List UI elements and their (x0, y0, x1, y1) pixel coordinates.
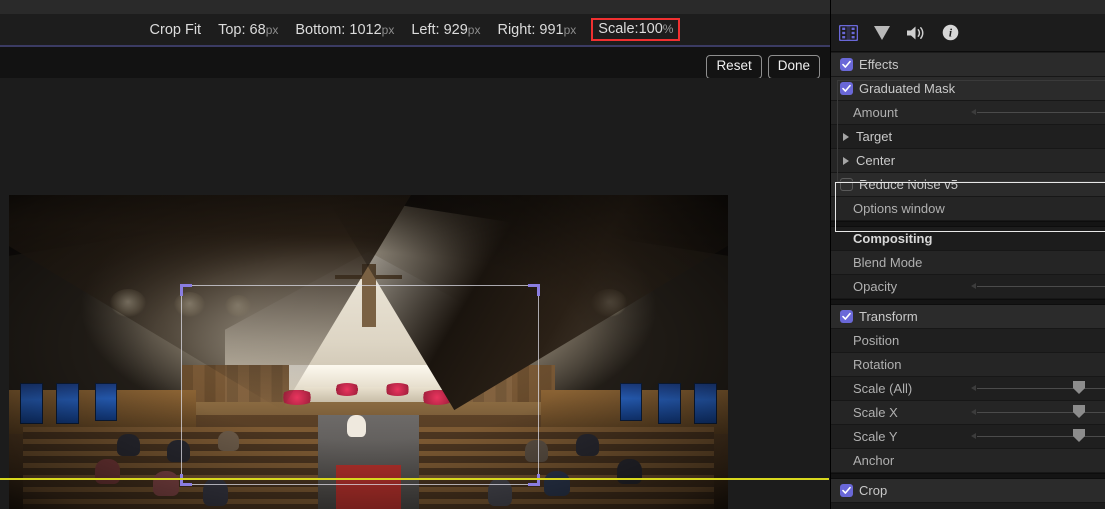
param-row-anchor[interactable]: Anchor (831, 449, 1105, 473)
param-row-rotation[interactable]: Rotation (831, 353, 1105, 377)
slider-cap-scale-x (971, 409, 976, 415)
inspector-toolbar: i (831, 14, 1105, 52)
reset-button[interactable]: Reset (706, 55, 762, 79)
slider-amount[interactable] (971, 109, 1105, 115)
viewer-pane: Crop Fit Top: 68px Bottom: 1012px Left: … (0, 0, 830, 509)
video-preview-image[interactable] (9, 195, 728, 509)
checkbox-reduce-noise-v5[interactable] (840, 178, 853, 191)
param-label-crop: Crop (859, 483, 888, 498)
crop-bottom-label: Bottom: (295, 21, 346, 38)
horizon-guide-line (0, 478, 829, 480)
inspector-parameter-list[interactable]: Effects Graduated Mask Amount Target Center R… (831, 53, 1105, 509)
film-strip-icon[interactable] (837, 22, 859, 44)
crop-scale-unit: % (662, 21, 674, 36)
slider-cap-scale-all (971, 385, 976, 391)
param-row-compositing[interactable]: Compositing (831, 227, 1105, 251)
app-window: Crop Fit Top: 68px Bottom: 1012px Left: … (0, 0, 1105, 509)
param-label-graduated-mask: Graduated Mask (859, 81, 956, 96)
param-label-rotation: Rotation (853, 357, 902, 372)
crop-right-unit: px (563, 22, 577, 37)
param-label-amount: Amount (853, 105, 898, 120)
filter-triangle-icon[interactable] (871, 22, 893, 44)
slider-cap-opacity (971, 283, 976, 289)
param-row-options-window[interactable]: Options window (831, 197, 1105, 221)
inspector-panel: i Effects Graduated Mask Amount Target Cente… (830, 0, 1105, 509)
param-row-amount[interactable]: Amount (831, 101, 1105, 125)
param-label-blend-mode: Blend Mode (853, 255, 923, 270)
crop-scale-value: 100 (638, 20, 663, 37)
param-label-scale-x: Scale X (853, 405, 898, 420)
viewer-canvas[interactable] (0, 78, 830, 509)
slider-cap-amount (971, 109, 976, 115)
param-label-target: Target (856, 129, 893, 144)
crop-right-field[interactable]: Right: 991px (497, 22, 576, 38)
crop-left-field[interactable]: Left: 929px (411, 22, 480, 38)
crop-scale-label: Scale: (598, 20, 639, 37)
slider-knob-scale-x[interactable] (1073, 405, 1085, 418)
param-label-reduce-noise-v5: Reduce Noise v5 (859, 177, 958, 192)
param-row-graduated-mask[interactable]: Graduated Mask (831, 77, 1105, 101)
crop-info-bar: Crop Fit Top: 68px Bottom: 1012px Left: … (0, 14, 830, 45)
param-label-effects: Effects (859, 57, 899, 72)
slider-opacity[interactable] (971, 283, 1105, 289)
checkbox-crop[interactable] (840, 484, 853, 497)
done-button[interactable]: Done (767, 55, 820, 79)
param-row-opacity[interactable]: Opacity (831, 275, 1105, 299)
crop-right-value: 991 (539, 21, 564, 38)
info-icon[interactable]: i (939, 22, 961, 44)
slider-scale-y[interactable] (971, 429, 1105, 442)
param-row-scale-all[interactable]: Scale (All) (831, 377, 1105, 401)
slider-scale-all[interactable] (971, 381, 1105, 394)
slider-knob-scale-all[interactable] (1073, 381, 1085, 394)
param-row-crop[interactable]: Crop (831, 479, 1105, 503)
param-row-target[interactable]: Target (831, 125, 1105, 149)
checkbox-effects[interactable] (840, 58, 853, 71)
param-row-center[interactable]: Center (831, 149, 1105, 173)
param-row-transform[interactable]: Transform (831, 305, 1105, 329)
crop-scale-field[interactable]: Scale:100% (591, 17, 681, 42)
crop-left-value: 929 (443, 21, 468, 38)
param-label-scale-all: Scale (All) (853, 381, 913, 396)
param-row-scale-x[interactable]: Scale X (831, 401, 1105, 425)
crop-right-label: Right: (497, 21, 536, 38)
param-label-scale-y: Scale Y (853, 429, 898, 444)
disclosure-triangle-icon-center[interactable] (843, 156, 849, 165)
slider-cap-scale-y (971, 433, 976, 439)
param-label-options-window: Options window (853, 201, 945, 216)
param-row-position[interactable]: Position (831, 329, 1105, 353)
inspector-top-strip (831, 0, 1105, 14)
param-label-anchor: Anchor (853, 453, 895, 468)
crop-bottom-unit: px (381, 22, 395, 37)
crop-top-value: 68 (249, 21, 266, 38)
param-label-center: Center (856, 153, 896, 168)
slider-knob-scale-y[interactable] (1073, 429, 1085, 442)
crop-top-field[interactable]: Top: 68px (218, 22, 278, 38)
param-label-transform: Transform (859, 309, 918, 324)
crop-mode-label[interactable]: Crop Fit (150, 22, 202, 38)
crop-left-unit: px (467, 22, 481, 37)
viewer-top-strip (0, 0, 830, 14)
audio-speaker-icon[interactable] (905, 22, 927, 44)
crop-top-unit: px (265, 22, 279, 37)
disclosure-triangle-icon-target[interactable] (843, 132, 849, 141)
crop-action-buttons: Reset Done (706, 55, 820, 79)
checkbox-graduated-mask[interactable] (840, 82, 853, 95)
slider-scale-x[interactable] (971, 405, 1105, 418)
param-row-scale-y[interactable]: Scale Y (831, 425, 1105, 449)
param-label-compositing: Compositing (853, 231, 933, 246)
checkbox-transform[interactable] (840, 310, 853, 323)
param-label-position: Position (853, 333, 900, 348)
param-row-blend-mode[interactable]: Blend Mode (831, 251, 1105, 275)
crop-left-label: Left: (411, 21, 440, 38)
crop-bottom-field[interactable]: Bottom: 1012px (295, 22, 394, 38)
param-row-reduce-noise-v5[interactable]: Reduce Noise v5 (831, 173, 1105, 197)
church-interior-scene (9, 195, 728, 509)
crop-top-label: Top: (218, 21, 246, 38)
param-label-opacity: Opacity (853, 279, 898, 294)
crop-bottom-value: 1012 (349, 21, 382, 38)
param-row-effects[interactable]: Effects (831, 53, 1105, 77)
